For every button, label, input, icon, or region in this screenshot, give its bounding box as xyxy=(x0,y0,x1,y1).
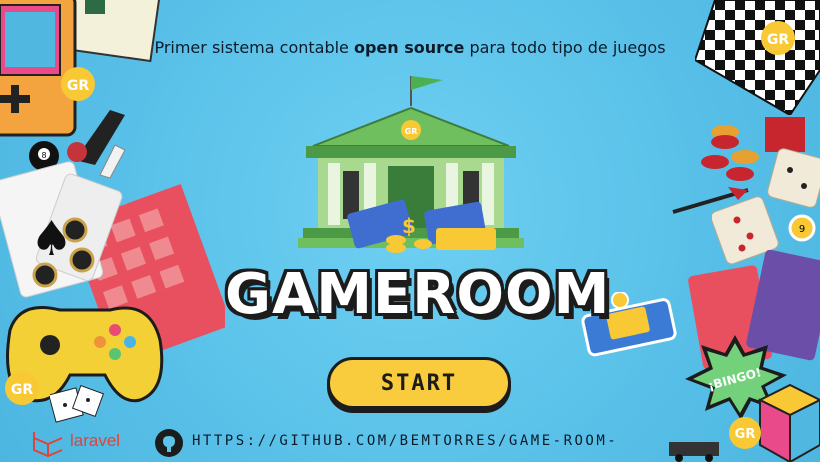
rubiks-cube-decoration xyxy=(755,380,820,462)
svg-text:GR: GR xyxy=(11,382,33,398)
github-repo-link[interactable]: HTTPS://GITHUB.COM/BEMTORRES/GAME-ROOM- xyxy=(192,433,618,449)
start-button[interactable]: START xyxy=(327,357,511,409)
svg-text:8: 8 xyxy=(41,151,46,160)
laravel-label: laravel xyxy=(70,431,121,450)
toy-car-decoration xyxy=(664,432,724,462)
bank-building-icon: GR $ xyxy=(298,68,524,258)
laravel-icon xyxy=(33,432,63,458)
gr-logo-badge-bottomright: GR xyxy=(728,416,762,450)
laravel-logo: laravel xyxy=(30,428,140,458)
tagline: Primer sistema contable open source para… xyxy=(0,38,820,57)
dice-decoration-left xyxy=(50,385,105,425)
gr-logo-badge-bottomleft: GR xyxy=(4,370,40,406)
svg-text:9: 9 xyxy=(799,224,805,235)
tagline-suffix: para todo tipo de juegos xyxy=(464,38,666,57)
svg-text:GR: GR xyxy=(735,427,756,442)
svg-text:$: $ xyxy=(402,214,416,238)
checkerboard-decoration xyxy=(695,0,820,115)
svg-text:GR: GR xyxy=(405,127,418,136)
tagline-bold: open source xyxy=(353,38,465,57)
github-icon[interactable] xyxy=(154,428,184,458)
tagline-prefix: Primer sistema contable xyxy=(154,38,354,57)
app-title: GAMEROOM xyxy=(225,262,611,327)
